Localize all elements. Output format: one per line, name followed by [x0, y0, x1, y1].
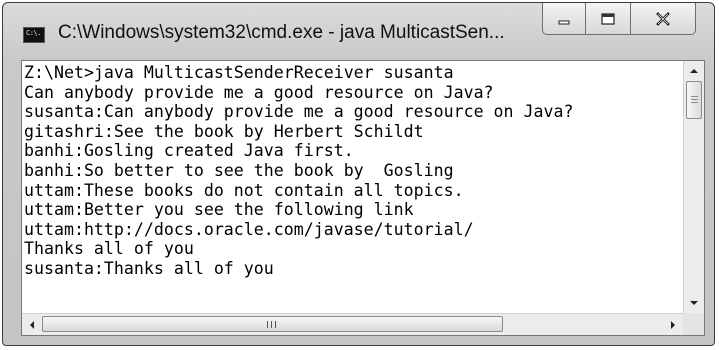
horizontal-scroll-thumb[interactable]: [42, 316, 503, 332]
thumb-grip: [267, 321, 268, 328]
thumb-grip: [691, 99, 698, 100]
arrow-left-icon: [30, 320, 34, 329]
console-line: gitashri:See the book by Herbert Schildt: [24, 121, 424, 141]
console-client-area: Z:\Net>java MulticastSenderReceiver susa…: [21, 60, 705, 336]
thumb-grip: [691, 96, 698, 97]
thumb-grip: [275, 321, 276, 328]
console-line: uttam:http://docs.oracle.com/javase/tuto…: [24, 219, 474, 239]
scrollbar-corner: [683, 313, 704, 335]
scroll-right-button[interactable]: [663, 314, 683, 335]
close-button[interactable]: [630, 3, 696, 35]
console-line: uttam:Better you see the following link: [24, 200, 414, 220]
cmd-window: C:\. C:\Windows\system32\cmd.exe - java …: [2, 2, 715, 346]
cmd-icon[interactable]: C:\.: [23, 27, 45, 43]
scroll-left-button[interactable]: [22, 314, 42, 335]
horizontal-scrollbar[interactable]: [22, 313, 683, 335]
close-icon: [656, 11, 670, 26]
console-line: susanta:Thanks all of you: [24, 258, 274, 278]
caption-buttons: [542, 3, 696, 37]
scroll-up-button[interactable]: [684, 61, 704, 81]
arrow-up-icon: [690, 69, 698, 73]
maximize-icon: [601, 12, 615, 25]
arrow-right-icon: [671, 320, 675, 329]
console-line: susanta:Can anybody provide me a good re…: [24, 102, 574, 122]
console-output[interactable]: Z:\Net>java MulticastSenderReceiver susa…: [24, 63, 682, 306]
window-title: C:\Windows\system32\cmd.exe - java Multi…: [58, 22, 505, 43]
thumb-grip: [271, 321, 272, 328]
maximize-button[interactable]: [586, 3, 630, 35]
vertical-scroll-thumb[interactable]: [686, 81, 702, 119]
title-bar[interactable]: C:\. C:\Windows\system32\cmd.exe - java …: [3, 3, 714, 59]
minimize-icon: [558, 20, 570, 24]
cmd-icon-glyph: C:\.: [26, 29, 41, 37]
console-line: uttam:These books do not contain all top…: [24, 180, 464, 200]
console-line: Can anybody provide me a good resource o…: [24, 82, 494, 102]
vertical-scrollbar[interactable]: [683, 61, 704, 313]
console-line: Z:\Net>java MulticastSenderReceiver susa…: [24, 63, 454, 82]
console-line: banhi:Gosling created Java first.: [24, 141, 354, 161]
minimize-button[interactable]: [542, 3, 586, 35]
arrow-down-icon: [690, 301, 698, 305]
console-line: Thanks all of you: [24, 239, 194, 259]
thumb-grip: [691, 102, 698, 103]
scroll-down-button[interactable]: [684, 293, 704, 313]
console-line: banhi:So better to see the book by Gosli…: [24, 160, 454, 180]
